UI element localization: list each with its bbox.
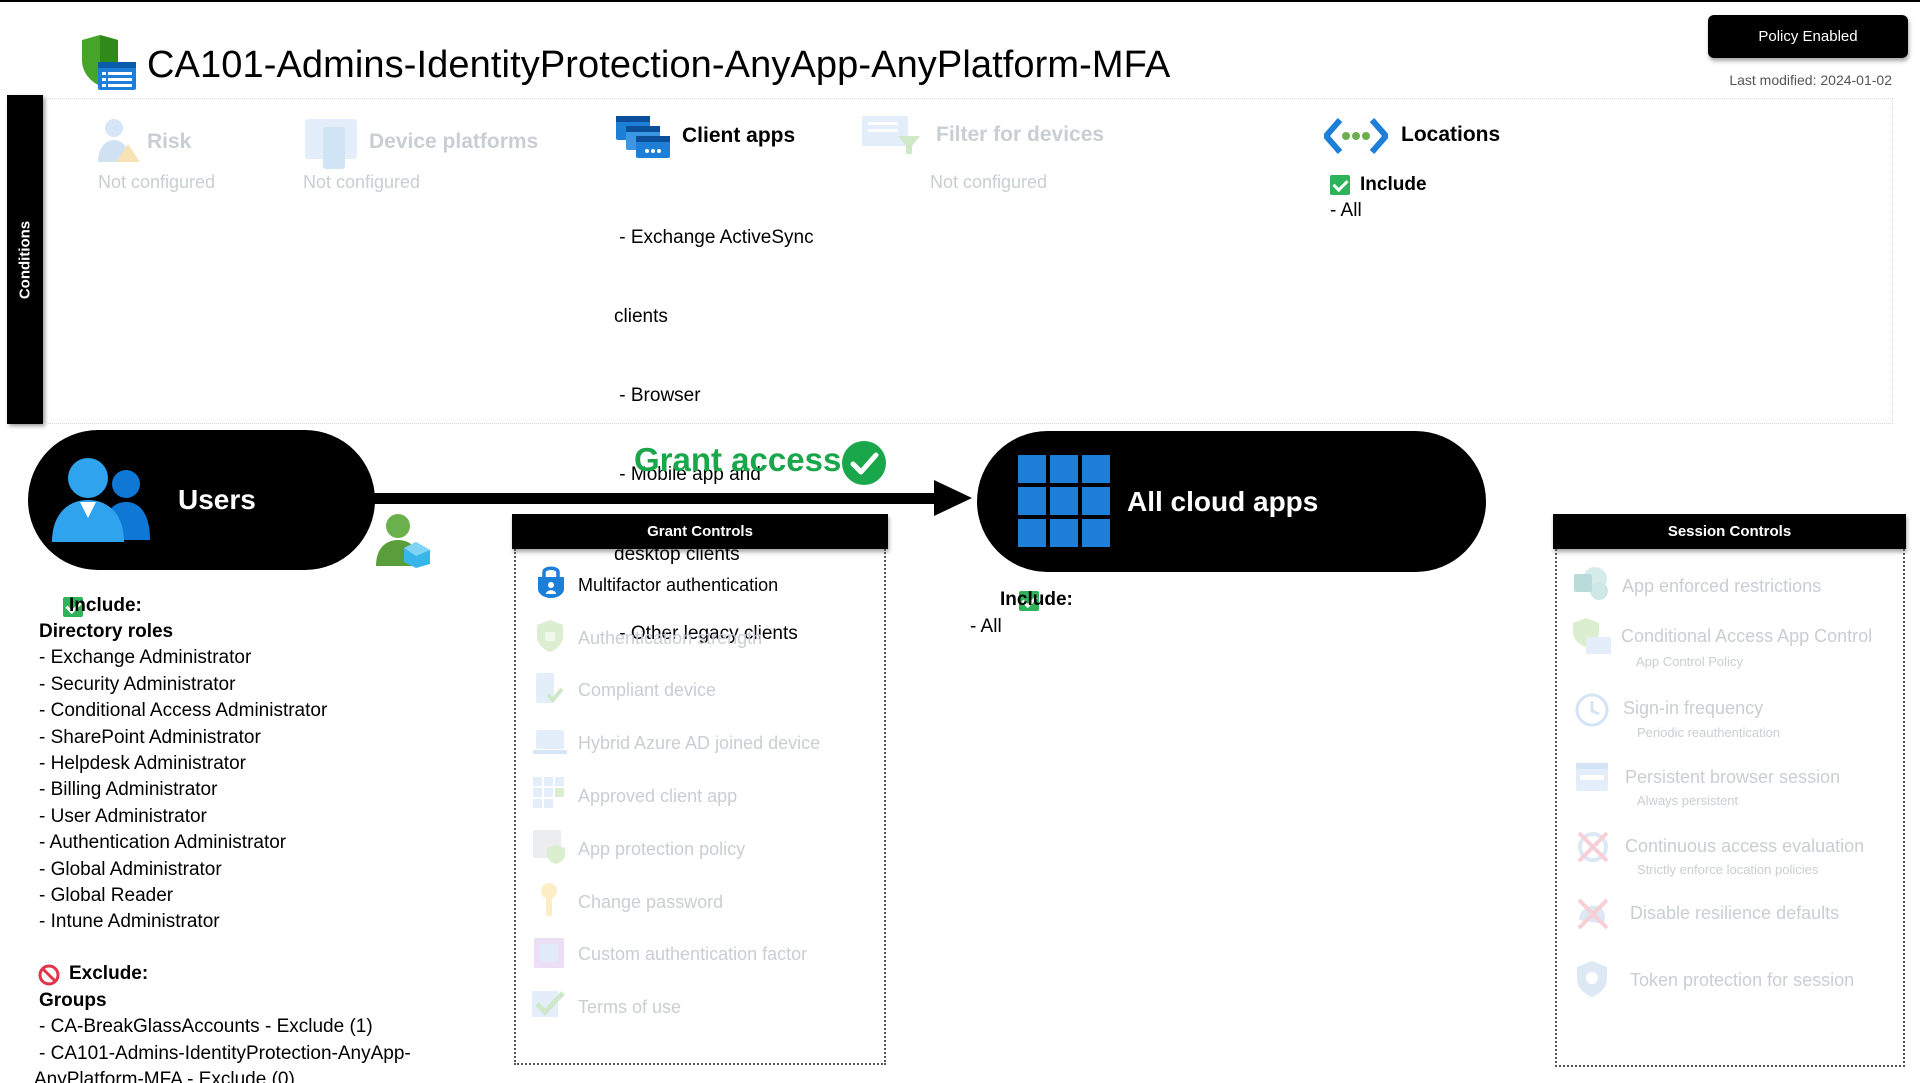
users-include-label: Include: (69, 595, 142, 616)
conditions-tab: Conditions (7, 95, 43, 424)
users-icon (52, 458, 150, 542)
client-apps-line: - Browser (614, 385, 701, 407)
session-item-signin-frequency-sub: Periodic reauthentication (1637, 725, 1781, 740)
grant-check-icon (842, 441, 886, 485)
locations-include-value: - All (1330, 200, 1362, 221)
custom-factor-icon (534, 938, 564, 968)
device-check-icon (536, 673, 564, 703)
lock-icon (538, 566, 564, 598)
session-item-app-control[interactable]: Conditional Access App Control (1621, 626, 1872, 647)
session-item-persistent-browser[interactable]: Persistent browser session (1625, 767, 1840, 788)
cae-icon (1577, 831, 1609, 863)
app-control-icon (1573, 618, 1611, 654)
client-apps-label: Client apps (682, 124, 796, 147)
grant-item-auth-strength[interactable]: Authentication strength (578, 628, 762, 649)
role-item: - Authentication Administrator (39, 832, 287, 854)
role-item: - Intune Administrator (39, 911, 220, 933)
session-item-app-enforced[interactable]: App enforced restrictions (1622, 576, 1821, 597)
role-item: - Global Reader (39, 885, 174, 907)
risk-value: Not configured (98, 172, 216, 192)
grant-item-terms-of-use[interactable]: Terms of use (578, 997, 681, 1018)
top-border (0, 0, 1920, 2)
session-item-cae-sub: Strictly enforce location policies (1637, 862, 1819, 877)
group-item: - CA-BreakGlassAccounts - Exclude (1) (39, 1016, 373, 1038)
role-item: - SharePoint Administrator (39, 726, 261, 748)
client-apps-line: clients (614, 306, 668, 328)
role-item: - Conditional Access Administrator (39, 700, 328, 722)
locations-include-label: Include (1360, 174, 1427, 195)
exclude-block-icon (38, 964, 60, 986)
session-item-persistent-browser-sub: Always persistent (1637, 793, 1739, 808)
grant-item-app-protection[interactable]: App protection policy (578, 839, 745, 860)
sharepoint-icon (1574, 567, 1608, 600)
device-platforms-icon (305, 119, 357, 169)
shield-lock-icon (537, 620, 563, 652)
device-platforms-label: Device platforms (369, 130, 539, 153)
apps-include-label: Include: (1000, 589, 1073, 610)
grant-item-approved-client-app[interactable]: Approved client app (578, 786, 737, 807)
locations-icon (1324, 118, 1388, 154)
grant-item-compliant-device[interactable]: Compliant device (578, 680, 716, 701)
role-item: - Security Administrator (39, 673, 236, 695)
policy-shield-icon (82, 35, 136, 90)
session-controls-header: Session Controls (1553, 514, 1906, 549)
session-item-token-protection[interactable]: Token protection for session (1630, 970, 1854, 991)
grant-item-mfa[interactable]: Multifactor authentication (578, 575, 778, 596)
conditions-tab-label: Conditions (16, 220, 34, 299)
apps-include-value: - All (970, 616, 1002, 637)
directory-roles-heading: Directory roles (39, 621, 174, 642)
locations-include-checkbox-icon (1330, 175, 1350, 195)
clock-icon (1575, 693, 1609, 727)
last-modified: Last modified: 2024-01-02 (1729, 72, 1892, 88)
session-item-cae[interactable]: Continuous access evaluation (1625, 836, 1864, 857)
policy-title: CA101-Admins-IdentityProtection-AnyApp-A… (147, 44, 1171, 86)
users-label: Users (178, 484, 256, 515)
grant-access-label: Grant access (634, 441, 842, 478)
groups-heading: Groups (39, 990, 107, 1011)
group-item: - CA101-Admins-IdentityProtection-AnyApp… (39, 1042, 411, 1064)
risk-label: Risk (147, 130, 192, 153)
session-item-app-control-sub: App Control Policy (1636, 654, 1743, 669)
group-item: AnyPlatform-MFA - Exclude (0) (34, 1069, 295, 1083)
app-shield-icon (533, 830, 565, 864)
session-item-signin-frequency[interactable]: Sign-in frequency (1623, 698, 1763, 719)
resilience-icon (1577, 898, 1609, 930)
filter-devices-icon (862, 116, 920, 154)
users-exclude-list: Groups - CA-BreakGlassAccounts - Exclude… (34, 988, 411, 1083)
cloud-apps-grid-icon (1018, 455, 1110, 547)
grant-item-hybrid-joined[interactable]: Hybrid Azure AD joined device (578, 733, 820, 754)
client-apps-icon (616, 116, 670, 158)
filter-devices-label: Filter for devices (936, 123, 1105, 146)
risk-user-icon (98, 119, 140, 162)
grant-item-custom-factor[interactable]: Custom authentication factor (578, 944, 807, 965)
cloud-apps-label: All cloud apps (1127, 486, 1319, 517)
session-item-resilience[interactable]: Disable resilience defaults (1630, 903, 1839, 924)
users-include-list: Directory roles - Exchange Administrator… (39, 619, 327, 936)
users-exclude-label: Exclude: (69, 963, 149, 984)
checkmark-icon (532, 991, 565, 1017)
grant-controls-box (514, 549, 886, 1065)
token-shield-icon (1577, 961, 1607, 997)
grid-icon (533, 777, 564, 808)
locations-label: Locations (1401, 123, 1501, 146)
role-item: - Global Administrator (39, 858, 222, 880)
role-item: - Exchange Administrator (39, 647, 252, 669)
browser-icon (1576, 763, 1608, 791)
grant-controls-header: Grant Controls (512, 514, 888, 549)
filter-devices-value: Not configured (930, 172, 1048, 192)
role-item: - Helpdesk Administrator (39, 753, 246, 775)
client-apps-line: - Exchange ActiveSync (614, 226, 814, 248)
role-item: - User Administrator (39, 805, 207, 827)
laptop-icon (533, 730, 567, 754)
policy-status-badge: Policy Enabled (1708, 15, 1908, 58)
user-roles-icon (376, 514, 430, 568)
device-platforms-value: Not configured (303, 172, 421, 192)
grant-item-change-password[interactable]: Change password (578, 892, 723, 913)
role-item: - Billing Administrator (39, 779, 218, 801)
key-icon (541, 883, 557, 916)
